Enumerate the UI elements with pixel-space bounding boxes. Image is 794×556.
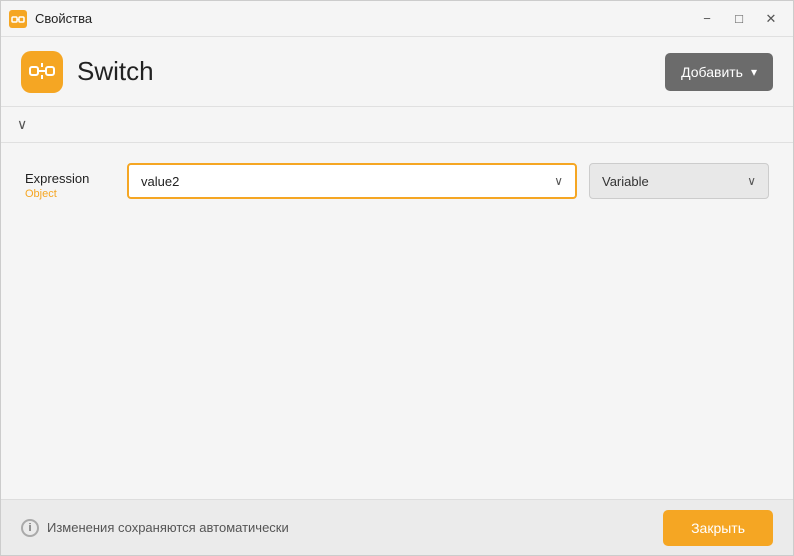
title-bar-left: Свойства: [9, 10, 92, 28]
variable-chevron-icon: ∨: [747, 174, 756, 188]
switch-svg-icon: [29, 59, 55, 85]
variable-select-label: Variable: [602, 174, 649, 189]
content-area: Expression Object value2 ∨ Variable ∨: [1, 143, 793, 499]
page-title: Switch: [77, 56, 154, 87]
title-bar: Свойства − □ ✕: [1, 1, 793, 37]
header-row: Switch Добавить ▾: [1, 37, 793, 107]
footer: i Изменения сохраняются автоматически За…: [1, 499, 793, 555]
add-button-label: Добавить: [681, 64, 743, 80]
expression-label-main: Expression: [25, 171, 115, 186]
add-button[interactable]: Добавить ▾: [665, 53, 773, 91]
window-title: Свойства: [35, 11, 92, 26]
close-button-label: Закрыть: [691, 520, 745, 536]
footer-info-text: Изменения сохраняются автоматически: [47, 520, 289, 535]
collapse-chevron-icon[interactable]: ∨: [17, 116, 27, 133]
expression-chevron-icon: ∨: [554, 174, 563, 188]
window: Свойства − □ ✕ Switch Добавить ▾: [0, 0, 794, 556]
maximize-button[interactable]: □: [725, 7, 753, 31]
collapse-row[interactable]: ∨: [1, 107, 793, 143]
title-bar-controls: − □ ✕: [693, 7, 785, 31]
header-left: Switch: [21, 51, 154, 93]
minimize-button[interactable]: −: [693, 7, 721, 31]
close-window-button[interactable]: ✕: [757, 7, 785, 31]
expression-label-sub: Object: [25, 188, 115, 200]
app-logo-icon: [9, 10, 27, 28]
add-button-chevron-icon: ▾: [751, 65, 757, 79]
expression-select-value: value2: [141, 174, 179, 189]
switch-icon-box: [21, 51, 63, 93]
variable-select[interactable]: Variable ∨: [589, 163, 769, 199]
info-icon: i: [21, 519, 39, 537]
expression-label: Expression Object: [25, 163, 115, 200]
footer-info: i Изменения сохраняются автоматически: [21, 519, 289, 537]
expression-select[interactable]: value2 ∨: [127, 163, 577, 199]
expression-row: Expression Object value2 ∨ Variable ∨: [25, 163, 769, 200]
close-button[interactable]: Закрыть: [663, 510, 773, 546]
